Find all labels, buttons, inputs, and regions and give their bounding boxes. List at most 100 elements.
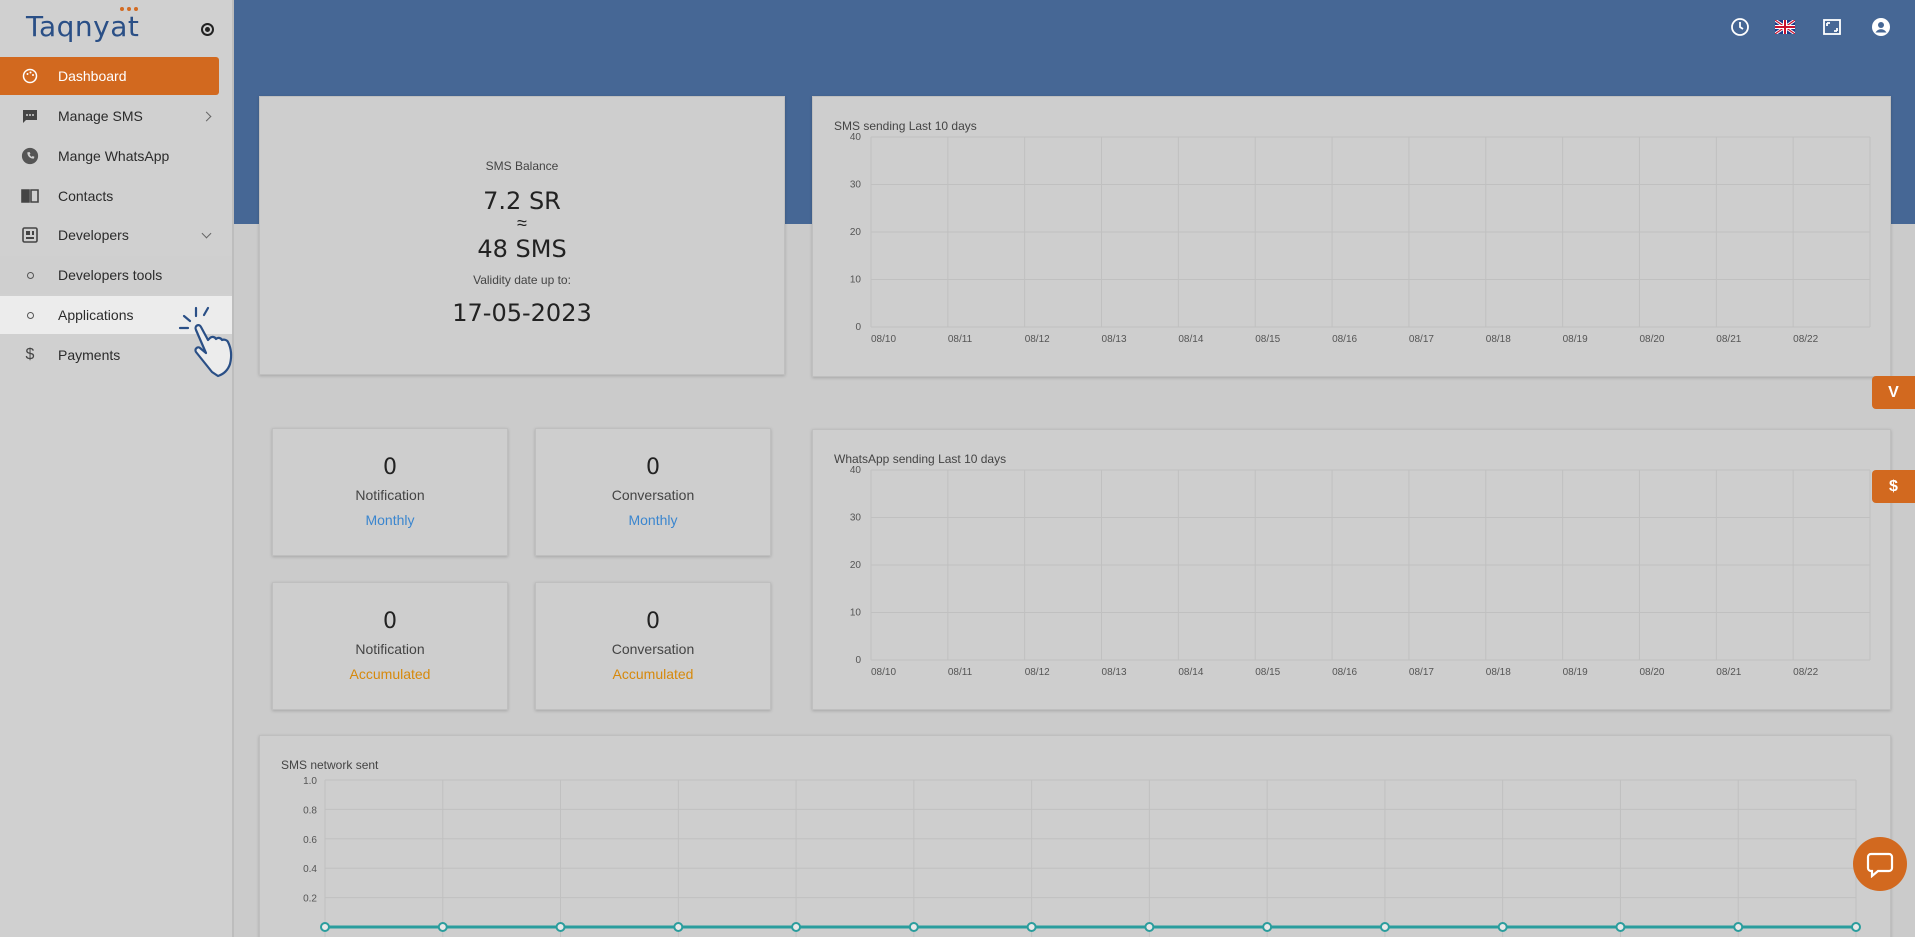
sidebar-item-label: Dashboard [58, 68, 127, 84]
stat-label: Conversation [611, 487, 695, 503]
sms-sending-chart: 0 10 20 30 40 08/10 08/11 08/12 08/13 08/14 08/15 0… [850, 132, 1871, 345]
y-tick-label: 20 [850, 560, 862, 571]
sidebar-item-manage-sms[interactable]: Manage SMS [0, 97, 232, 135]
x-tick-label: 08/21 [1716, 334, 1741, 345]
y-tick-label: 10 [850, 275, 862, 286]
sidebar-item-label: Applications [58, 307, 134, 323]
stat-label: Conversation [611, 641, 695, 657]
data-point [791, 922, 802, 932]
sms-balance-card: SMS Balance 7.2 SR ≈ 48 SMS Validity dat… [259, 96, 785, 375]
y-tick-label: 0 [855, 322, 861, 333]
stat-period: Monthly [365, 512, 415, 528]
message-icon [21, 107, 39, 125]
x-tick-label: 08/14 [1178, 667, 1203, 678]
x-tick-label: 08/11 [948, 667, 973, 678]
balance-title: SMS Balance [485, 159, 559, 173]
palette-icon [21, 67, 39, 85]
sidebar-item-whatsapp[interactable]: Mange WhatsApp [0, 137, 232, 175]
dollar-icon: $ [1889, 477, 1898, 495]
y-tick-label: 40 [850, 132, 862, 143]
clock-icon[interactable] [1730, 17, 1750, 37]
sidebar-item-label: Manage SMS [58, 108, 143, 124]
validity-label: Validity date up to: [473, 273, 571, 287]
logo-dots-icon [120, 7, 140, 13]
chevron-right-icon [201, 111, 212, 121]
sidebar-item-label: Developers tools [58, 267, 163, 283]
sidebar-item-developers-tools[interactable]: Developers tools [0, 256, 232, 294]
data-point [1262, 922, 1273, 932]
sidebar: Taqnyat Dashboard Manage SMS Mange Whats… [0, 0, 234, 937]
x-tick-label: 08/13 [1102, 334, 1127, 345]
x-tick-label: 08/10 [871, 334, 896, 345]
y-tick-label: 0 [855, 655, 861, 666]
developer-board-icon [21, 226, 39, 244]
x-tick-label: 08/15 [1255, 667, 1280, 678]
stat-value: 0 [383, 455, 397, 480]
sidebar-item-label: Mange WhatsApp [58, 148, 170, 164]
whatsapp-sending-chart: 0 10 20 30 40 08/10 08/11 08/12 08/13 08/14 08/15 0… [850, 465, 1871, 678]
account-icon[interactable] [1871, 17, 1891, 37]
x-tick-label: 08/18 [1486, 667, 1511, 678]
y-tick-label: 20 [850, 227, 862, 238]
balance-sms: 48 SMS [477, 235, 567, 263]
x-tick-label: 08/22 [1793, 334, 1818, 345]
stat-value: 0 [646, 455, 660, 480]
whatsapp-icon [21, 147, 39, 165]
y-tick-label: 30 [850, 513, 862, 524]
x-tick-label: 08/10 [871, 667, 896, 678]
x-tick-label: 08/22 [1793, 667, 1818, 678]
balance-approx: ≈ [517, 213, 527, 233]
x-tick-label: 08/14 [1178, 334, 1203, 345]
stat-card-notification-monthly: 0 Notification Monthly [272, 428, 508, 556]
sidebar-item-label: Contacts [58, 188, 114, 204]
chat-icon [1866, 852, 1894, 878]
filter-tab[interactable]: V [1872, 376, 1915, 409]
logo[interactable]: Taqnyat [26, 10, 139, 43]
sidebar-item-contacts[interactable]: Contacts [0, 177, 232, 215]
data-point [1851, 922, 1861, 932]
validity-date: 17-05-2023 [452, 299, 592, 327]
x-tick-label: 08/12 [1025, 667, 1050, 678]
stat-value: 0 [646, 609, 660, 634]
data-point [1144, 922, 1155, 932]
y-tick-label: 0.2 [303, 894, 317, 905]
sidebar-toggle-icon[interactable] [201, 23, 214, 36]
chevron-down-icon [201, 228, 212, 239]
sidebar-item-developers[interactable]: Developers [0, 216, 232, 254]
stat-period: Monthly [628, 512, 678, 528]
pricing-tab[interactable]: $ [1872, 470, 1915, 503]
stat-card-conversation-monthly: 0 Conversation Monthly [535, 428, 771, 556]
x-tick-label: 08/17 [1409, 334, 1434, 345]
fullscreen-icon[interactable] [1822, 17, 1842, 37]
x-tick-label: 08/20 [1639, 334, 1664, 345]
stat-value: 0 [383, 609, 397, 634]
uk-flag-icon[interactable] [1774, 17, 1796, 37]
sms-network-chart-card: SMS network sent 0.2 0.4 0.6 0.8 1.0 [259, 735, 1891, 937]
stat-label: Notification [355, 641, 425, 657]
stat-period: Accumulated [612, 666, 694, 682]
y-tick-label: 1.0 [303, 776, 317, 787]
sidebar-item-dashboard[interactable]: Dashboard [0, 57, 219, 95]
book-icon [21, 187, 39, 205]
y-tick-label: 40 [850, 465, 862, 476]
balance-amount: 7.2 SR [483, 187, 561, 215]
chat-button[interactable] [1853, 837, 1907, 891]
data-point [555, 922, 566, 932]
x-tick-label: 08/16 [1332, 667, 1357, 678]
y-tick-label: 30 [850, 180, 862, 191]
sms-sending-chart-card: SMS sending Last 10 days 0 10 20 30 40 08/10 0… [812, 96, 1891, 377]
stat-card-notification-accumulated: 0 Notification Accumulated [272, 582, 508, 710]
data-point [1497, 922, 1508, 932]
pointer-hand-icon [178, 306, 233, 378]
y-tick-label: 10 [850, 608, 862, 619]
whatsapp-sending-chart-card: WhatsApp sending Last 10 days 0 10 20 30 40 0… [812, 429, 1891, 710]
x-tick-label: 08/20 [1639, 667, 1664, 678]
stat-period: Accumulated [349, 666, 431, 682]
filter-icon: V [1888, 383, 1899, 401]
data-point [1026, 922, 1037, 932]
sidebar-item-label: Payments [58, 347, 121, 363]
sms-network-chart: 0.2 0.4 0.6 0.8 1.0 [303, 776, 1861, 937]
data-point [437, 922, 448, 932]
x-tick-label: 08/11 [948, 334, 973, 345]
y-tick-label: 0.6 [303, 835, 317, 846]
